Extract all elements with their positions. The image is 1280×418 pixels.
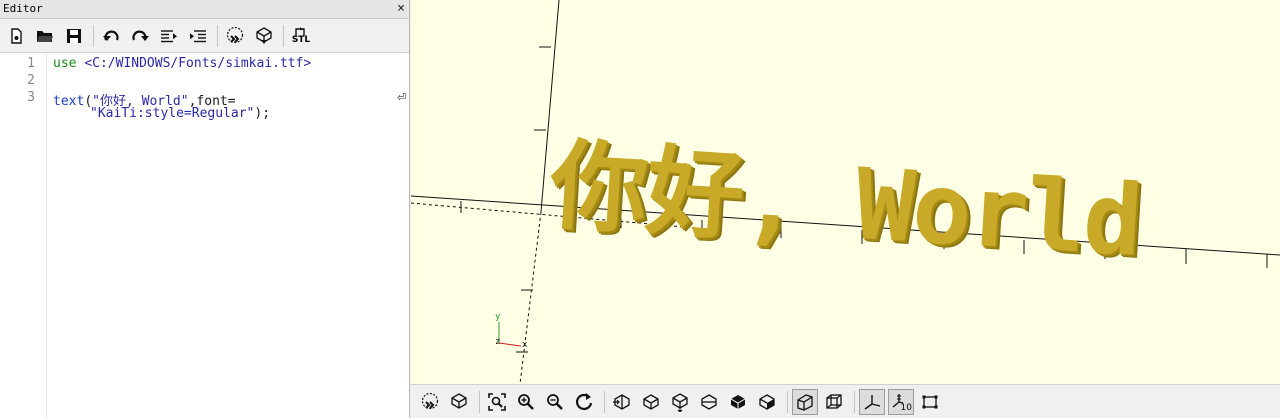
code-line-wrapped: "KaiTi:style=Regular"); <box>90 106 270 121</box>
view-bottom-icon <box>672 392 688 412</box>
view-bottom-button[interactable] <box>667 389 693 415</box>
show-edges-icon <box>922 395 938 408</box>
close-icon[interactable]: × <box>397 0 405 18</box>
preview-icon <box>421 392 439 409</box>
editor-title-bar: Editor × <box>0 0 409 19</box>
font-string: "KaiTi:style=Regular" <box>90 106 255 121</box>
show-axes-button[interactable] <box>859 388 885 415</box>
view-all-button[interactable] <box>484 389 510 415</box>
view-right-icon <box>613 393 630 410</box>
view-front-icon <box>730 394 746 409</box>
3d-viewport[interactable]: y z x 你好, World <box>411 0 1280 384</box>
view-top-icon <box>643 393 659 410</box>
view-front-button[interactable] <box>725 389 751 415</box>
save-icon[interactable] <box>62 24 86 48</box>
view-right-button[interactable] <box>609 389 635 415</box>
zoom-in-icon <box>518 393 534 410</box>
new-file-icon[interactable] <box>4 24 28 48</box>
z-axis-negative <box>519 211 542 384</box>
undo-icon[interactable] <box>99 24 123 48</box>
stl-label: STL <box>291 34 311 45</box>
unindent-icon[interactable] <box>157 24 181 48</box>
orthogonal-button[interactable] <box>821 389 847 415</box>
render-icon <box>451 392 467 409</box>
keyword-use: use <box>53 56 77 71</box>
code-editor[interactable]: use <C:/WINDOWS/Fonts/simkai.ttf> text("… <box>53 53 409 418</box>
orthogonal-icon <box>826 393 842 409</box>
open-file-icon[interactable] <box>33 24 57 48</box>
view-top-button[interactable] <box>638 389 664 415</box>
toolbar-separator <box>479 390 480 413</box>
line-number-gutter: 1 2 3 <box>0 53 47 418</box>
view-all-icon <box>488 392 506 411</box>
toolbar-separator <box>787 390 788 413</box>
editor-toolbar: STL <box>0 19 409 53</box>
toolbar-separator <box>93 24 94 47</box>
view-toolbar: 10 <box>411 384 1280 418</box>
perspective-icon <box>797 393 813 411</box>
axis-label-y: y <box>495 312 501 322</box>
code-line: use <C:/WINDOWS/Fonts/simkai.ttf> <box>53 56 311 71</box>
render-button[interactable] <box>446 389 472 415</box>
editor-title: Editor <box>3 2 43 15</box>
scale-label: 10 <box>900 402 912 413</box>
axis-label-z: z <box>495 337 501 347</box>
export-stl-icon[interactable]: STL <box>289 24 313 48</box>
show-scale-markers-button[interactable]: 10 <box>888 388 914 415</box>
perspective-button[interactable] <box>792 388 818 415</box>
line-number: 3 <box>27 90 35 105</box>
indent-icon[interactable] <box>186 24 210 48</box>
redo-icon[interactable] <box>128 24 152 48</box>
toolbar-separator <box>854 390 855 413</box>
paren-close: ); <box>254 106 271 121</box>
view-back-icon <box>759 393 775 410</box>
reset-view-icon <box>576 392 593 410</box>
view-back-button[interactable] <box>754 389 780 415</box>
line-number: 2 <box>27 73 35 88</box>
line-number: 1 <box>27 56 35 71</box>
function-text: text <box>53 94 85 109</box>
axis-indicator <box>498 322 522 347</box>
render-icon[interactable] <box>252 24 276 48</box>
preview-button[interactable] <box>417 389 443 415</box>
axis-label-x: x <box>522 340 528 350</box>
toolbar-separator <box>283 24 284 47</box>
zoom-in-button[interactable] <box>513 389 539 415</box>
wrap-marker-icon: ⏎ <box>397 91 407 104</box>
show-axes-icon <box>864 394 881 410</box>
reset-view-button[interactable] <box>571 389 597 415</box>
toolbar-separator <box>604 390 605 413</box>
toolbar-separator <box>217 24 218 47</box>
include-path: <C:/WINDOWS/Fonts/simkai.ttf> <box>84 56 312 71</box>
zoom-out-icon <box>547 393 563 410</box>
preview-icon[interactable] <box>223 24 247 48</box>
view-left-icon <box>701 393 717 410</box>
show-edges-button[interactable] <box>917 389 943 415</box>
zoom-out-button[interactable] <box>542 389 568 415</box>
view-left-button[interactable] <box>696 389 722 415</box>
editor-panel: Editor × STL 1 2 3 use <C:/WINDOWS/Fonts… <box>0 0 410 418</box>
